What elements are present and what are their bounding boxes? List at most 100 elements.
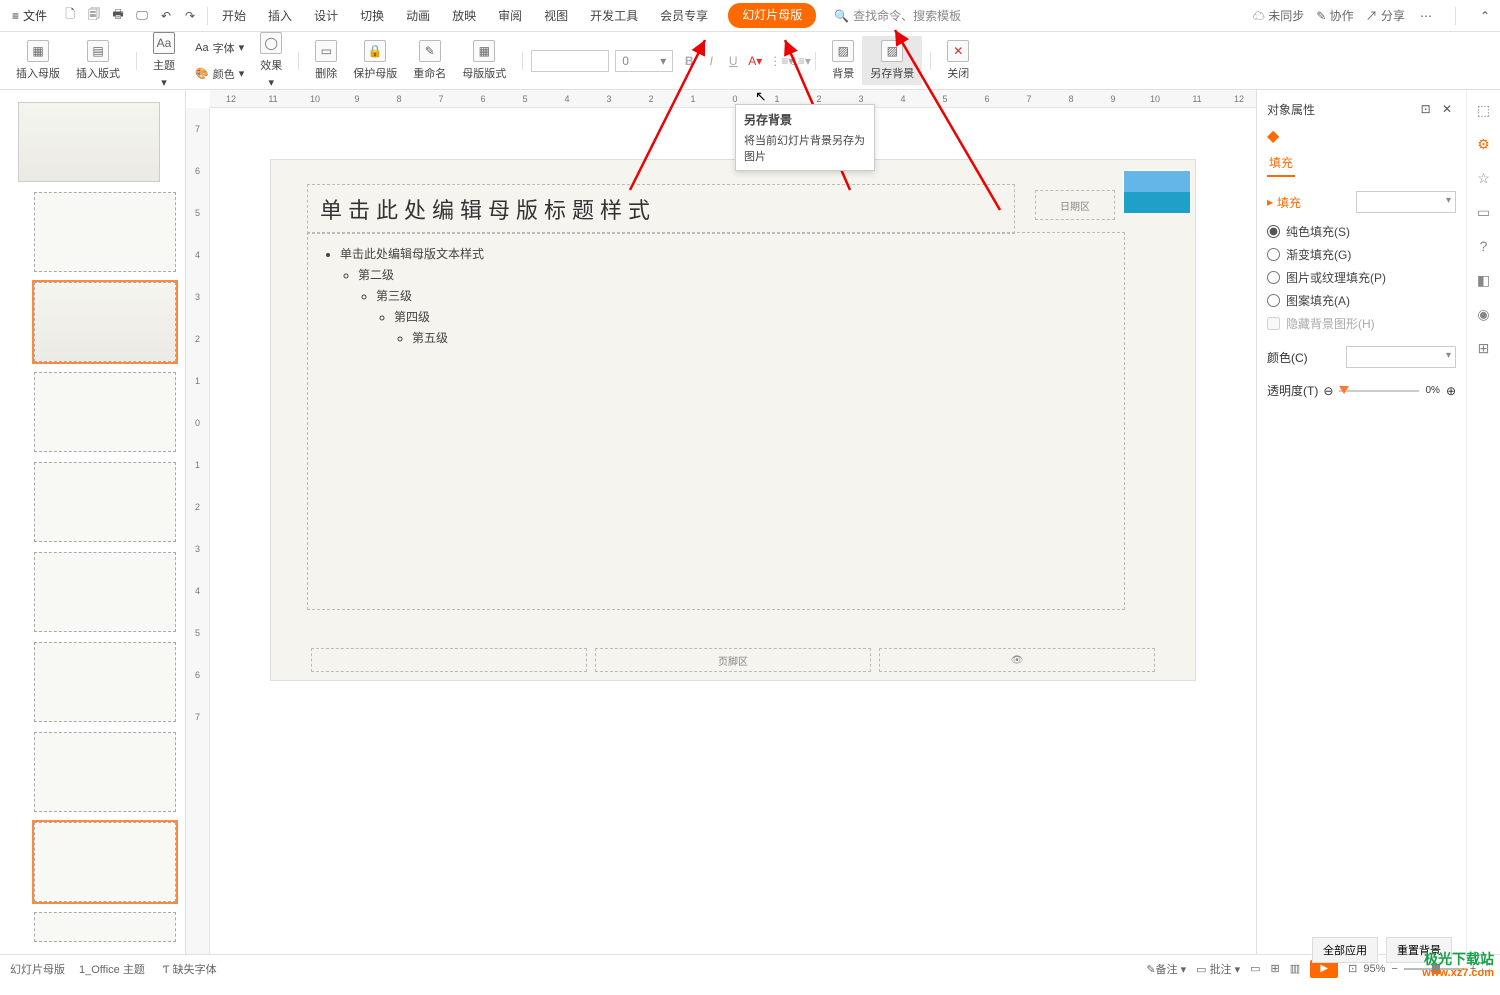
share-button[interactable]: ↗ 分享 — [1366, 7, 1405, 24]
layout-thumb-8[interactable] — [34, 822, 176, 902]
strip-tool1-icon[interactable]: ◧ — [1474, 270, 1494, 290]
footer-left[interactable] — [311, 648, 587, 672]
footer-center[interactable]: 页脚区 — [595, 648, 871, 672]
tab-member[interactable]: 会员专享 — [658, 3, 710, 28]
insert-layout-button[interactable]: ▤插入版式 — [68, 36, 128, 85]
slide-master[interactable]: 单击此处编辑母版标题样式 日期区 单击此处编辑母版文本样式 第二级 第三级 第四… — [271, 160, 1195, 680]
fill-gradient-radio[interactable]: 渐变填充(G) — [1267, 246, 1456, 263]
save-icon[interactable]: 🗋 — [61, 7, 79, 25]
protect-master-button[interactable]: 🔒保护母版 — [345, 36, 405, 85]
undo-icon[interactable]: ↶ — [157, 7, 175, 25]
title-placeholder[interactable]: 单击此处编辑母版标题样式 — [307, 184, 1015, 234]
fill-preset-select[interactable] — [1356, 191, 1456, 213]
fill-texture-radio[interactable]: 图片或纹理填充(P) — [1267, 269, 1456, 286]
font-family-select[interactable] — [531, 50, 609, 72]
tab-insert[interactable]: 插入 — [266, 3, 294, 28]
zoom-out-icon[interactable]: − — [1391, 963, 1397, 975]
tab-review[interactable]: 审阅 — [496, 3, 524, 28]
italic-button[interactable]: I — [703, 54, 719, 68]
close-master-button[interactable]: ✕关闭 — [939, 36, 977, 85]
image-placeholder[interactable] — [1123, 170, 1191, 214]
color-picker[interactable] — [1346, 346, 1456, 368]
fill-section-title[interactable]: ▸ 填充 — [1267, 191, 1456, 213]
view-normal-icon[interactable]: ▭ — [1250, 962, 1260, 975]
strip-tool3-icon[interactable]: ⊞ — [1474, 338, 1494, 358]
tab-start[interactable]: 开始 — [220, 3, 248, 28]
layout-thumb-2-selected[interactable] — [34, 282, 176, 362]
close-panel-icon[interactable]: ✕ — [1438, 100, 1456, 118]
layout-thumb-9[interactable] — [34, 912, 176, 942]
date-placeholder[interactable]: 日期区 — [1035, 190, 1115, 220]
tab-transition[interactable]: 切换 — [358, 3, 386, 28]
master-layout-button[interactable]: ▦母版版式 — [454, 36, 514, 85]
fill-solid-radio[interactable]: 纯色填充(S) — [1267, 223, 1456, 240]
slide-thumbnails[interactable] — [0, 90, 186, 954]
command-search[interactable]: 🔍 查找命令、搜索模板 — [834, 7, 961, 24]
tab-devtools[interactable]: 开发工具 — [588, 3, 640, 28]
fit-icon[interactable]: ⊡ — [1348, 962, 1357, 975]
panel-tab-fill[interactable]: 填充 — [1267, 150, 1295, 177]
bold-button[interactable]: B — [681, 54, 697, 68]
font-size-select[interactable]: 0▾ — [615, 50, 673, 72]
redo-icon[interactable]: ↷ — [181, 7, 199, 25]
pin-icon[interactable]: ⊡ — [1417, 100, 1435, 118]
bullets-button[interactable]: ⋮≡▾ — [769, 54, 785, 68]
tab-animation[interactable]: 动画 — [404, 3, 432, 28]
footer-right[interactable]: 👁 — [879, 648, 1155, 672]
background-button[interactable]: ▨背景 — [824, 36, 862, 85]
fill-pattern-radio[interactable]: 图案填充(A) — [1267, 292, 1456, 309]
file-menu[interactable]: ≡ 文件 — [6, 5, 53, 26]
sb-notes[interactable]: 备注 ▾ — [1146, 961, 1186, 977]
layout-thumb-1[interactable] — [34, 192, 176, 272]
preview-icon[interactable]: 🖵 — [133, 7, 151, 25]
font-color-button[interactable]: A▾ — [747, 54, 763, 68]
color-button[interactable]: 🎨 颜色▾ — [187, 62, 252, 86]
sb-theme[interactable]: 1_Office 主题 — [79, 961, 145, 977]
print-icon[interactable]: 🖶 — [109, 7, 127, 25]
plus-icon[interactable]: ⊕ — [1446, 384, 1456, 398]
saveas-icon[interactable]: 🗐 — [85, 7, 103, 25]
underline-button[interactable]: U — [725, 54, 741, 68]
layout-thumb-5[interactable] — [34, 552, 176, 632]
delete-button[interactable]: ▭删除 — [307, 36, 345, 85]
body-placeholder[interactable]: 单击此处编辑母版文本样式 第二级 第三级 第四级 第五级 — [307, 232, 1125, 610]
tab-view[interactable]: 视图 — [542, 3, 570, 28]
opacity-slider[interactable]: ⊖ 0% ⊕ — [1323, 384, 1456, 398]
font-button[interactable]: Aa 字体▾ — [187, 36, 252, 60]
numbering-button[interactable]: 1≡▾ — [791, 54, 807, 68]
minus-icon[interactable]: ⊖ — [1323, 384, 1333, 398]
slider-track[interactable] — [1339, 390, 1419, 392]
layout-thumb-3[interactable] — [34, 372, 176, 452]
strip-present-icon[interactable]: ▭ — [1474, 202, 1494, 222]
effect-button[interactable]: ◯效果▾ — [252, 28, 290, 93]
strip-star-icon[interactable]: ☆ — [1474, 168, 1494, 188]
collapse-ribbon-icon[interactable]: ⌃ — [1476, 7, 1494, 25]
slide-viewport[interactable]: 单击此处编辑母版标题样式 日期区 单击此处编辑母版文本样式 第二级 第三级 第四… — [210, 108, 1256, 954]
view-sorter-icon[interactable]: ⊞ — [1271, 962, 1280, 975]
layout-thumb-7[interactable] — [34, 732, 176, 812]
strip-help-icon[interactable]: ? — [1474, 236, 1494, 256]
master-thumb-1[interactable] — [18, 102, 160, 182]
save-background-button[interactable]: ▨另存背景 — [862, 36, 922, 85]
tab-design[interactable]: 设计 — [312, 3, 340, 28]
rename-button[interactable]: ✎重命名 — [405, 36, 454, 85]
tab-slide-master[interactable]: 幻灯片母版 — [728, 3, 816, 28]
strip-settings-icon[interactable]: ⚙ — [1474, 134, 1494, 154]
strip-select-icon[interactable]: ⬚ — [1474, 100, 1494, 120]
apply-all-button[interactable]: 全部应用 — [1312, 937, 1378, 963]
strip-tool2-icon[interactable]: ◉ — [1474, 304, 1494, 324]
sync-status[interactable]: ☁ 未同步 — [1253, 7, 1304, 24]
fill-icon[interactable]: ◆ — [1267, 126, 1456, 146]
slider-handle[interactable] — [1339, 386, 1349, 394]
view-reading-icon[interactable]: ▥ — [1290, 962, 1300, 975]
more-icon[interactable]: ⋯ — [1417, 7, 1435, 25]
insert-master-button[interactable]: ▦插入母版 — [8, 36, 68, 85]
sb-comments[interactable]: ▭ 批注 ▾ — [1196, 961, 1240, 977]
layout-thumb-4[interactable] — [34, 462, 176, 542]
theme-button[interactable]: Aa主题▾ — [145, 28, 183, 93]
sb-missing-font[interactable]: Ƭ 缺失字体 — [163, 961, 217, 977]
sb-master-view[interactable]: 幻灯片母版 — [10, 961, 65, 977]
collab-button[interactable]: ✎ 协作 — [1316, 7, 1353, 24]
zoom-value[interactable]: 95% — [1363, 963, 1385, 975]
layout-thumb-6[interactable] — [34, 642, 176, 722]
